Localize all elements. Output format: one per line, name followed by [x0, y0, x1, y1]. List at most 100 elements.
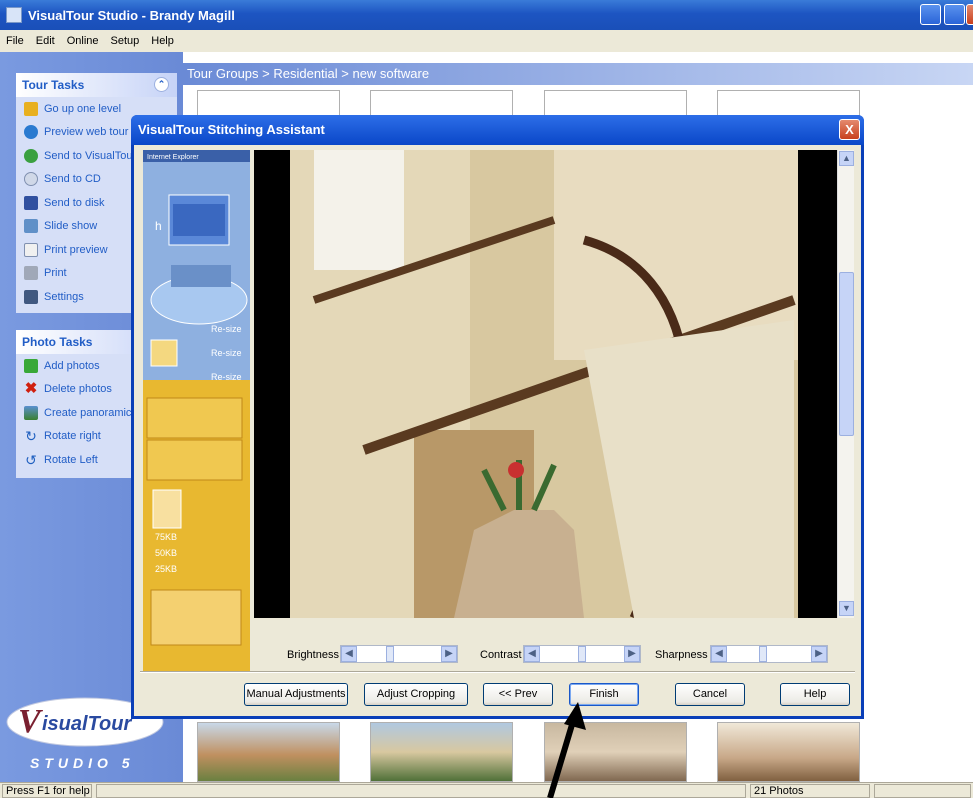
photo-thumbnail[interactable] — [544, 90, 687, 116]
svg-text:25KB: 25KB — [155, 564, 177, 574]
svg-text:h: h — [155, 219, 162, 233]
stitching-assistant-dialog: VisualTour Stitching Assistant X Interne… — [131, 115, 864, 719]
status-help-text: Press F1 for help — [2, 784, 92, 798]
contrast-thumb[interactable] — [578, 646, 586, 662]
contrast-increase-icon[interactable]: ▶ — [624, 646, 640, 662]
sharpness-increase-icon[interactable]: ▶ — [811, 646, 827, 662]
sharpness-label: Sharpness — [655, 649, 708, 661]
window-title: VisualTour Studio - Brandy Magill — [28, 7, 235, 23]
stitched-photo-preview[interactable]: ▲ ▼ — [254, 150, 854, 618]
task-label: Slide show — [44, 220, 98, 233]
scroll-up-arrow-icon[interactable]: ▲ — [839, 151, 854, 166]
sharpness-thumb[interactable] — [758, 646, 767, 662]
panorama-icon — [24, 405, 38, 420]
dialog-divider — [140, 671, 855, 673]
task-label: Print — [44, 267, 67, 280]
monitor-icon — [24, 219, 38, 234]
brightness-increase-icon[interactable]: ▶ — [441, 646, 457, 662]
dialog-close-button[interactable]: X — [839, 119, 860, 140]
status-empty-pane — [874, 784, 971, 798]
svg-text:Re-size: Re-size — [211, 372, 242, 382]
svg-text:isualTour: isualTour — [42, 713, 132, 735]
window-titlebar: VisualTour Studio - Brandy Magill — [0, 0, 973, 30]
up-folder-icon — [24, 101, 38, 116]
menu-online[interactable]: Online — [67, 35, 99, 47]
svg-text:75KB: 75KB — [155, 532, 177, 542]
svg-text:STUDIO 5: STUDIO 5 — [30, 755, 135, 771]
task-label: Settings — [44, 290, 84, 303]
svg-text:V: V — [18, 703, 43, 740]
rotate-left-icon: ↺ — [25, 451, 37, 468]
menu-file[interactable]: File — [6, 35, 24, 47]
brightness-thumb[interactable] — [385, 646, 394, 662]
menubar: File Edit Online Setup Help — [0, 30, 973, 52]
manual-adjustments-button[interactable]: Manual Adjustments — [244, 683, 348, 706]
preview-vertical-scrollbar[interactable]: ▲ ▼ — [837, 150, 854, 618]
photo-thumbnail[interactable] — [717, 722, 860, 782]
settings-list-icon — [24, 289, 38, 304]
photo-thumbnail[interactable] — [370, 722, 513, 782]
adjust-cropping-button[interactable]: Adjust Cropping — [364, 683, 468, 706]
status-bar: Press F1 for help 21 Photos — [0, 782, 973, 798]
status-empty-pane — [96, 784, 746, 798]
svg-text:Internet Explorer: Internet Explorer — [147, 154, 199, 161]
task-label: Rotate Left — [44, 453, 98, 466]
help-button[interactable]: Help — [780, 683, 850, 706]
task-label: Print preview — [44, 243, 108, 256]
task-label: Add photos — [44, 359, 100, 372]
task-label: Go up one level — [44, 102, 122, 115]
task-label: Send to VisualTour — [44, 149, 137, 162]
rotate-right-icon: ↻ — [25, 428, 37, 445]
breadcrumb: Tour Groups > Residential > new software — [183, 63, 973, 85]
svg-text:Re-size: Re-size — [211, 348, 242, 358]
cd-icon — [24, 172, 38, 187]
task-label: Rotate right — [44, 430, 101, 443]
scroll-down-arrow-icon[interactable]: ▼ — [839, 601, 854, 616]
task-label: Send to CD — [44, 173, 101, 186]
print-preview-icon — [24, 242, 38, 257]
contrast-decrease-icon[interactable]: ◀ — [524, 646, 540, 662]
svg-text:50KB: 50KB — [155, 548, 177, 558]
photo-thumbnail[interactable] — [370, 90, 513, 116]
maximize-button[interactable] — [944, 4, 965, 25]
contrast-slider[interactable]: ◀ ▶ — [523, 645, 641, 663]
dialog-title: VisualTour Stitching Assistant — [131, 115, 864, 145]
annotation-arrow-icon — [547, 702, 586, 798]
magnifier-icon — [24, 125, 38, 140]
scroll-thumb[interactable] — [839, 272, 854, 436]
task-label: Create panoramic — [44, 406, 132, 419]
workflow-side-graphic: Internet Explorer h Re-size Re-size Re-s… — [143, 150, 250, 671]
brightness-label: Brightness — [287, 649, 339, 661]
task-label: Delete photos — [44, 383, 112, 396]
brightness-slider[interactable]: ◀ ▶ — [340, 645, 458, 663]
contrast-label: Contrast — [480, 649, 522, 661]
task-label: Preview web tour — [44, 126, 129, 139]
tour-tasks-title: Tour Tasks — [22, 78, 85, 92]
brightness-decrease-icon[interactable]: ◀ — [341, 646, 357, 662]
dialog-body: Internet Explorer h Re-size Re-size Re-s… — [134, 145, 861, 716]
floppy-disk-icon — [24, 195, 38, 210]
printer-icon — [24, 266, 38, 281]
photo-thumbnail[interactable] — [197, 90, 340, 116]
photo-thumbnail[interactable] — [197, 722, 340, 782]
staircase-photo — [254, 150, 837, 618]
sharpness-slider[interactable]: ◀ ▶ — [710, 645, 828, 663]
cancel-button[interactable]: Cancel — [675, 683, 745, 706]
globe-icon — [24, 148, 38, 163]
plus-icon — [24, 358, 38, 373]
task-label: Send to disk — [44, 196, 105, 209]
photo-thumbnail[interactable] — [717, 90, 860, 116]
photo-tasks-title: Photo Tasks — [22, 335, 93, 349]
menu-setup[interactable]: Setup — [111, 35, 140, 47]
sharpness-decrease-icon[interactable]: ◀ — [711, 646, 727, 662]
status-photo-count: 21 Photos — [750, 784, 870, 798]
collapse-chevron-icon[interactable]: ⌃ — [154, 77, 169, 92]
svg-text:Re-size: Re-size — [211, 324, 242, 334]
tour-tasks-header[interactable]: Tour Tasks ⌃ — [16, 73, 177, 97]
app-icon — [6, 7, 22, 23]
minimize-button[interactable] — [920, 4, 941, 25]
red-x-icon: ✖ — [24, 380, 38, 398]
menu-edit[interactable]: Edit — [36, 35, 55, 47]
menu-help[interactable]: Help — [151, 35, 174, 47]
window-close-button[interactable] — [966, 4, 973, 25]
